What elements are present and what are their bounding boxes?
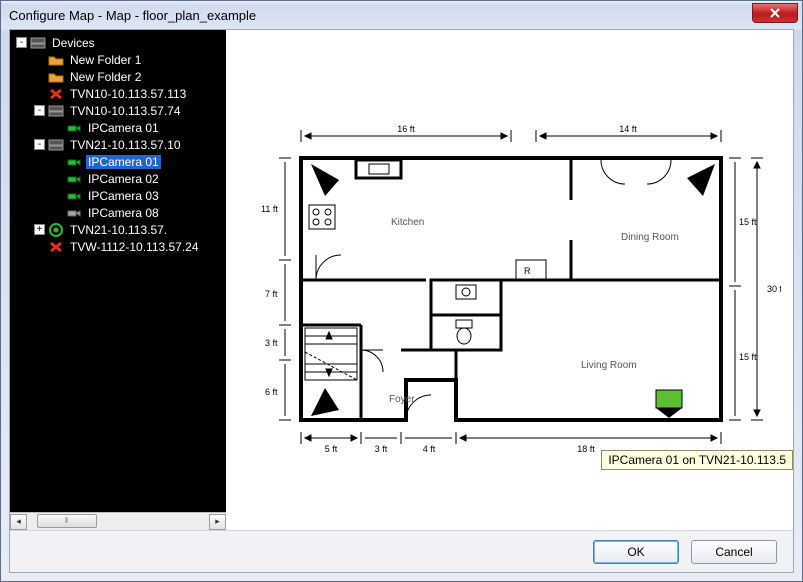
configure-map-dialog: Configure Map - Map - floor_plan_example… [0, 0, 803, 582]
room-r-label: R [524, 266, 531, 276]
room-living-label: Living Room [581, 360, 637, 371]
device-tree-panel: - Devices New Folder 1 New Folder 2 TVN10-10… [10, 30, 226, 530]
close-icon [769, 8, 781, 18]
cam-green-icon [66, 189, 82, 203]
folder-icon [48, 53, 64, 67]
dim-top-left: 16 ft [397, 124, 415, 134]
ok-button[interactable]: OK [593, 540, 679, 564]
expand-icon[interactable]: + [34, 224, 45, 235]
tree-horizontal-scrollbar[interactable]: ◂ ⦀ ▸ [10, 512, 226, 530]
map-canvas[interactable]: 16 ft 14 ft [226, 30, 793, 530]
floor-plan: 16 ft 14 ft [261, 120, 781, 470]
tree-item-label: IPCamera 08 [86, 206, 161, 220]
collapse-icon[interactable]: - [34, 105, 45, 116]
dim-right-lower: 15 ft [739, 352, 757, 362]
folder-icon [48, 70, 64, 84]
tree-item[interactable]: TVN10-10.113.57.113 [10, 85, 226, 102]
dim-left-lower1: 3 ft [265, 338, 278, 348]
tree-item-label: IPCamera 01 [86, 121, 161, 135]
device-icon [48, 104, 64, 118]
dim-top-right: 14 ft [619, 124, 637, 134]
content-row: - Devices New Folder 1 New Folder 2 TVN10-10… [10, 30, 793, 530]
scroll-right-button[interactable]: ▸ [209, 514, 226, 530]
map-camera-living-selected[interactable] [656, 390, 682, 418]
cam-green-icon [66, 121, 82, 135]
tree-item[interactable]: IPCamera 01 [10, 153, 226, 170]
tree-item-label: TVN21-10.113.57.10 [68, 138, 183, 152]
titlebar[interactable]: Configure Map - Map - floor_plan_example [1, 1, 802, 29]
room-foyer-label: Foyer [389, 394, 415, 405]
dim-right-total: 30 ft [767, 284, 781, 294]
tree-item[interactable]: - TVN10-10.113.57.74 [10, 102, 226, 119]
tree-item[interactable]: - TVN21-10.113.57.10 [10, 136, 226, 153]
map-camera-foyer[interactable] [311, 388, 339, 416]
window-title: Configure Map - Map - floor_plan_example [9, 8, 752, 23]
dim-left-upper: 11 ft [261, 204, 278, 214]
dim-left-mid: 7 ft [265, 289, 278, 299]
tree-item[interactable]: New Folder 2 [10, 68, 226, 85]
cancel-button[interactable]: Cancel [691, 540, 777, 564]
room-dining-label: Dining Room [621, 232, 679, 243]
device-icon [48, 138, 64, 152]
tree-item-label: IPCamera 03 [86, 189, 161, 203]
tree-item[interactable]: IPCamera 08 [10, 204, 226, 221]
x-icon [48, 87, 64, 101]
tree-item-label: IPCamera 02 [86, 172, 161, 186]
record-icon [48, 223, 64, 237]
tree-item-label: IPCamera 01 [86, 155, 161, 169]
tree-item[interactable]: + TVN21-10.113.57. [10, 221, 226, 238]
tree-item-label: TVN10-10.113.57.74 [68, 104, 183, 118]
dim-bottom-4: 18 ft [577, 444, 595, 454]
dim-right-upper: 15 ft [739, 217, 757, 227]
tree-item[interactable]: IPCamera 03 [10, 187, 226, 204]
cam-green-icon [66, 155, 82, 169]
tree-item[interactable]: - Devices [10, 34, 226, 51]
tree-item-label: TVN10-10.113.57.113 [68, 87, 188, 101]
tree-item[interactable]: IPCamera 01 [10, 119, 226, 136]
tree-item[interactable]: IPCamera 02 [10, 170, 226, 187]
close-button[interactable] [752, 3, 798, 23]
room-kitchen-label: Kitchen [391, 217, 424, 228]
tree-item[interactable]: TVW-1112-10.113.57.24 [10, 238, 226, 255]
map-camera-dining[interactable] [687, 164, 715, 196]
scroll-track[interactable]: ⦀ [27, 514, 209, 530]
dim-bottom-2: 3 ft [375, 444, 388, 454]
tree-item-label: TVW-1112-10.113.57.24 [68, 240, 201, 254]
tree-item-label: Devices [50, 36, 97, 50]
map-camera-kitchen[interactable] [311, 164, 339, 196]
collapse-icon[interactable]: - [16, 37, 27, 48]
device-icon [30, 36, 46, 50]
tree-item[interactable]: New Folder 1 [10, 51, 226, 68]
x-icon [48, 240, 64, 254]
scroll-thumb[interactable]: ⦀ [37, 514, 97, 528]
scroll-left-button[interactable]: ◂ [10, 514, 27, 530]
cam-gray-icon [66, 206, 82, 220]
camera-tooltip: IPCamera 01 on TVN21-10.113.5 [601, 450, 793, 470]
client-area: - Devices New Folder 1 New Folder 2 TVN10-10… [9, 29, 794, 573]
dim-bottom-3: 4 ft [423, 444, 436, 454]
dim-bottom-1: 5 ft [325, 444, 338, 454]
collapse-icon[interactable]: - [34, 139, 45, 150]
tree-item-label: New Folder 1 [68, 53, 143, 67]
device-tree[interactable]: - Devices New Folder 1 New Folder 2 TVN10-10… [10, 30, 226, 512]
dim-left-lower2: 6 ft [265, 387, 278, 397]
cam-green-icon [66, 172, 82, 186]
dialog-button-row: OK Cancel [10, 530, 793, 572]
tree-item-label: New Folder 2 [68, 70, 143, 84]
tree-item-label: TVN21-10.113.57. [68, 223, 169, 237]
